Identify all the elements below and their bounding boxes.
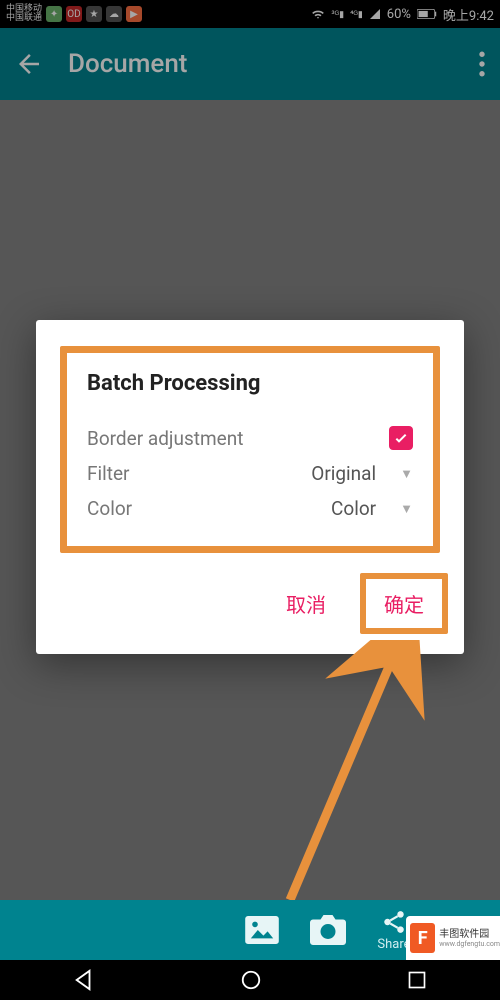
row-filter[interactable]: Filter Original ▼ [87, 456, 413, 491]
watermark-logo-icon: F [410, 923, 435, 953]
camera-button[interactable] [298, 915, 358, 945]
row-border-adjustment: Border adjustment [87, 420, 413, 456]
nav-home-icon[interactable] [240, 969, 262, 991]
color-label: Color [87, 497, 331, 520]
dropdown-icon: ▼ [400, 501, 413, 517]
nav-recent-icon[interactable] [407, 970, 427, 990]
check-icon [393, 430, 409, 446]
batch-processing-dialog: Batch Processing Border adjustment Filte… [36, 320, 464, 654]
confirm-button[interactable]: 确定 [366, 579, 442, 628]
border-adjustment-checkbox[interactable] [389, 426, 413, 450]
watermark-url: www.dgfengtu.com [439, 940, 500, 948]
gallery-button[interactable] [232, 916, 292, 944]
color-value: Color [331, 497, 376, 520]
annotation-highlight-frame: Batch Processing Border adjustment Filte… [60, 346, 440, 553]
dropdown-icon: ▼ [400, 466, 413, 482]
cancel-button[interactable]: 取消 [268, 579, 344, 628]
annotation-confirm-frame: 确定 [360, 573, 448, 634]
row-color[interactable]: Color Color ▼ [87, 491, 413, 526]
filter-label: Filter [87, 462, 311, 485]
dialog-title: Batch Processing [87, 371, 413, 396]
dialog-actions: 取消 确定 [36, 565, 464, 654]
watermark: F 丰图软件园 www.dgfengtu.com [406, 916, 500, 960]
watermark-title: 丰图软件园 [439, 929, 500, 940]
filter-value: Original [311, 462, 376, 485]
border-adjustment-label: Border adjustment [87, 427, 389, 450]
nav-back-icon[interactable] [73, 969, 95, 991]
android-nav-bar [0, 960, 500, 1000]
